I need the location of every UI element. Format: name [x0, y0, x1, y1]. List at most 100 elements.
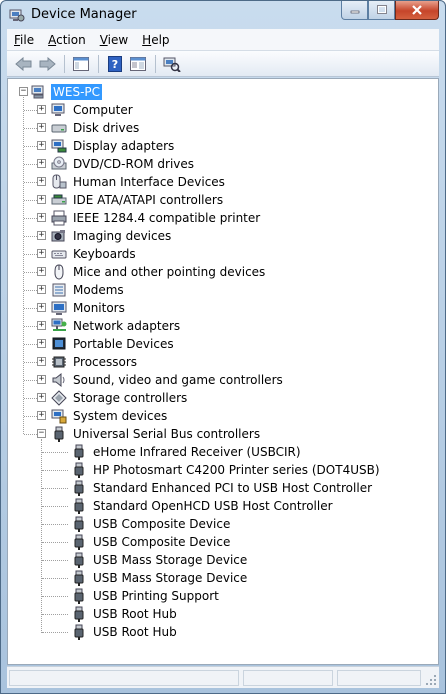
tree-expand-toggle[interactable]: + — [37, 339, 46, 348]
tree-category-system-devices[interactable]: System devices — [51, 407, 169, 425]
title-bar[interactable]: Device Manager — [1, 1, 445, 29]
tree-usb-device[interactable]: Standard OpenHCD USB Host Controller — [71, 497, 335, 515]
usb-device-icon — [71, 444, 87, 460]
tree-node-label: Keyboards — [73, 247, 136, 261]
back-button[interactable] — [13, 54, 35, 74]
tree-category-universal-serial-bus-controllers[interactable]: Universal Serial Bus controllers — [51, 425, 262, 443]
device-tree-pane[interactable]: − WES-PC + Computer + Disk drives + Display ada… — [7, 78, 439, 665]
tree-category-storage-controllers[interactable]: Storage controllers — [51, 389, 189, 407]
properties-button[interactable] — [127, 54, 149, 74]
modem-icon — [51, 282, 67, 298]
tree-usb-device[interactable]: USB Composite Device — [71, 533, 232, 551]
resize-grip-icon[interactable] — [425, 674, 437, 686]
tree-expand-toggle[interactable]: + — [37, 159, 46, 168]
tree-expand-toggle[interactable]: + — [37, 285, 46, 294]
maximize-button[interactable] — [368, 1, 395, 20]
tree-usb-device[interactable]: HP Photosmart C4200 Printer series (DOT4… — [71, 461, 382, 479]
tree-connector-line — [42, 488, 68, 489]
tree-expand-toggle[interactable]: + — [37, 123, 46, 132]
tree-category-monitors[interactable]: Monitors — [51, 299, 127, 317]
toolbar-separator — [64, 54, 65, 73]
tree-usb-device[interactable]: eHome Infrared Receiver (USBCIR) — [71, 443, 303, 461]
tree-category-sound-video-and-game-controllers[interactable]: Sound, video and game controllers — [51, 371, 285, 389]
tree-node-label: Imaging devices — [73, 229, 172, 243]
menu-file[interactable]: File — [7, 29, 41, 51]
tree-expand-toggle[interactable]: + — [37, 231, 46, 240]
tree-node-label: DVD/CD-ROM drives — [73, 157, 195, 171]
tree-category-portable-devices[interactable]: Portable Devices — [51, 335, 176, 353]
tree-expand-toggle[interactable]: + — [37, 303, 46, 312]
tree-expand-toggle[interactable]: + — [37, 375, 46, 384]
tree-node-label: Universal Serial Bus controllers — [73, 427, 261, 441]
menu-help[interactable]: Help — [135, 29, 176, 51]
tree-node-label: WES-PC — [51, 84, 103, 100]
tree-connector-line — [41, 439, 42, 633]
tree-root-node[interactable]: WES-PC — [31, 83, 103, 101]
tree-connector-line — [42, 452, 68, 453]
tree-category-processors[interactable]: Processors — [51, 353, 139, 371]
usb-device-icon — [71, 588, 87, 604]
tree-category-human-interface-devices[interactable]: Human Interface Devices — [51, 173, 227, 191]
tree-connector-line — [42, 506, 68, 507]
menu-action[interactable]: Action — [41, 29, 93, 51]
usb-device-icon — [71, 480, 87, 496]
tree-expand-toggle[interactable]: + — [37, 249, 46, 258]
tree-usb-device[interactable]: USB Mass Storage Device — [71, 569, 249, 587]
tree-category-dvd-cd-rom-drives[interactable]: DVD/CD-ROM drives — [51, 155, 196, 173]
tree-category-disk-drives[interactable]: Disk drives — [51, 119, 141, 137]
tree-expand-toggle[interactable]: + — [37, 141, 46, 150]
tree-expand-toggle[interactable]: + — [37, 177, 46, 186]
tree-usb-device[interactable]: USB Root Hub — [71, 623, 179, 641]
tree-expand-toggle[interactable]: + — [37, 393, 46, 402]
tree-usb-device[interactable]: USB Root Hub — [71, 605, 179, 623]
tree-node-label: USB Printing Support — [93, 589, 219, 603]
tree-expand-toggle[interactable]: + — [37, 105, 46, 114]
speaker-icon — [51, 372, 67, 388]
tree-usb-device[interactable]: USB Printing Support — [71, 587, 221, 605]
tree-category-keyboards[interactable]: Keyboards — [51, 245, 138, 263]
tree-expand-toggle[interactable]: + — [37, 357, 46, 366]
tree-category-ieee-1284-4-compatible-printer[interactable]: IEEE 1284.4 compatible printer — [51, 209, 262, 227]
close-button[interactable] — [395, 1, 439, 20]
tree-expand-toggle[interactable]: + — [37, 321, 46, 330]
device-manager-window: Device Manager File Action View Help ? −… — [0, 0, 446, 694]
tree-usb-device[interactable]: Standard Enhanced PCI to USB Host Contro… — [71, 479, 374, 497]
tree-node-label: HP Photosmart C4200 Printer series (DOT4… — [93, 463, 380, 477]
scan-hardware-button[interactable] — [161, 54, 183, 74]
tree-connector-line — [24, 344, 37, 345]
tree-collapse-toggle[interactable]: − — [37, 429, 46, 438]
tree-node-label: IEEE 1284.4 compatible printer — [73, 211, 261, 225]
forward-button[interactable] — [36, 54, 58, 74]
tree-node-label: USB Mass Storage Device — [93, 553, 248, 567]
tree-expand-toggle[interactable]: + — [37, 411, 46, 420]
tree-category-imaging-devices[interactable]: Imaging devices — [51, 227, 173, 245]
forward-icon — [39, 56, 56, 71]
tree-expand-toggle[interactable]: + — [37, 195, 46, 204]
tree-category-mice-and-other-pointing-devices[interactable]: Mice and other pointing devices — [51, 263, 267, 281]
tree-connector-line — [42, 524, 68, 525]
tree-category-computer[interactable]: Computer — [51, 101, 135, 119]
tree-expand-toggle[interactable]: + — [37, 267, 46, 276]
computer-icon — [51, 102, 67, 118]
tree-connector-line — [24, 110, 37, 111]
menu-view[interactable]: View — [93, 29, 135, 51]
tree-category-display-adapters[interactable]: Display adapters — [51, 137, 176, 155]
minimize-button[interactable] — [341, 1, 368, 20]
tree-node-label: USB Composite Device — [93, 517, 231, 531]
help-button[interactable]: ? — [104, 54, 126, 74]
tree-collapse-toggle[interactable]: − — [19, 87, 28, 96]
device-tree: − WES-PC + Computer + Disk drives + Display ada… — [8, 79, 438, 664]
printer-icon — [51, 210, 67, 226]
menu-accelerator: V — [99, 32, 108, 47]
tree-node-label: Monitors — [73, 301, 125, 315]
tree-expand-toggle[interactable]: + — [37, 213, 46, 222]
tree-category-network-adapters[interactable]: Network adapters — [51, 317, 182, 335]
show-hide-console-tree-button[interactable] — [70, 54, 92, 74]
tree-usb-device[interactable]: USB Mass Storage Device — [71, 551, 249, 569]
tree-category-modems[interactable]: Modems — [51, 281, 126, 299]
tree-node-label: USB Root Hub — [93, 625, 177, 639]
tree-usb-device[interactable]: USB Composite Device — [71, 515, 232, 533]
disk-drive-icon — [51, 120, 67, 136]
status-cell-secondary — [243, 670, 333, 686]
tree-category-ide-ata-atapi-controllers[interactable]: IDE ATA/ATAPI controllers — [51, 191, 225, 209]
